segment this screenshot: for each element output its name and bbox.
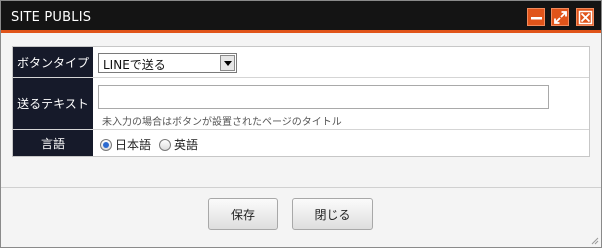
radio-english-label[interactable]: 英語 bbox=[174, 136, 198, 153]
resize-grip-icon[interactable] bbox=[589, 235, 599, 245]
window-title: SITE PUBLIS bbox=[11, 10, 92, 25]
minimize-icon bbox=[531, 17, 542, 20]
dialog-window: SITE PUBLIS ボタンタイプ LINEで送る 送るテキスト 未入力の場合… bbox=[0, 0, 602, 248]
maximize-icon bbox=[554, 11, 567, 24]
send-text-row: 送るテキスト 未入力の場合はボタンが設置されたページのタイトル bbox=[13, 77, 589, 129]
settings-form: ボタンタイプ LINEで送る 送るテキスト 未入力の場合はボタンが設置されたペー… bbox=[12, 46, 590, 157]
language-row: 言語 日本語 英語 bbox=[13, 129, 589, 156]
button-type-value: LINEで送る bbox=[103, 58, 166, 72]
radio-japanese[interactable] bbox=[100, 138, 112, 151]
button-type-row: ボタンタイプ LINEで送る bbox=[13, 47, 589, 77]
title-bar[interactable]: SITE PUBLIS bbox=[1, 1, 601, 33]
language-radio-group: 日本語 英語 bbox=[100, 136, 206, 153]
maximize-button[interactable] bbox=[551, 8, 569, 26]
close-window-button[interactable] bbox=[576, 8, 594, 26]
close-icon bbox=[578, 10, 593, 25]
dropdown-arrow-button[interactable] bbox=[220, 55, 235, 71]
send-text-hint: 未入力の場合はボタンが設置されたページのタイトル bbox=[102, 117, 342, 128]
minimize-button[interactable] bbox=[527, 8, 545, 26]
button-type-label: ボタンタイプ bbox=[13, 47, 93, 77]
radio-english[interactable] bbox=[159, 138, 172, 151]
footer-divider bbox=[1, 187, 601, 188]
send-text-label: 送るテキスト bbox=[13, 78, 93, 129]
send-text-input[interactable] bbox=[98, 85, 549, 109]
save-button[interactable]: 保存 bbox=[208, 198, 278, 230]
close-button[interactable]: 閉じる bbox=[292, 198, 373, 230]
radio-japanese-label[interactable]: 日本語 bbox=[115, 136, 151, 153]
chevron-down-icon bbox=[224, 61, 232, 66]
language-label: 言語 bbox=[13, 130, 93, 156]
button-type-select[interactable]: LINEで送る bbox=[98, 53, 237, 73]
